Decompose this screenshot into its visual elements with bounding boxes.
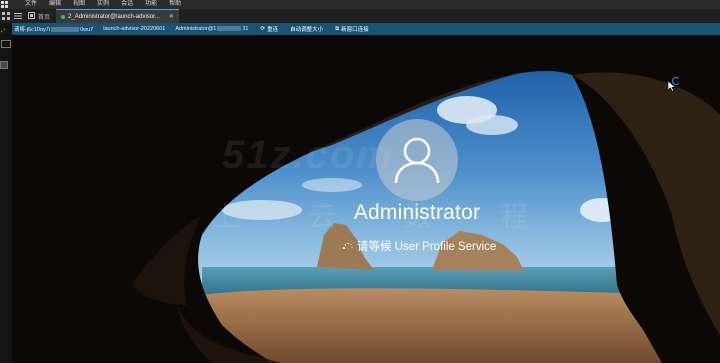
instance-name: launch-advisor-20220601	[103, 26, 166, 32]
busy-indicator-icon	[672, 77, 680, 85]
reconnect-icon: ⟳	[260, 26, 266, 32]
menu-instance[interactable]: 实例	[97, 0, 109, 9]
reconnect-label: 重连	[267, 27, 279, 33]
menu-view[interactable]: 视图	[73, 0, 85, 9]
watermark: 51z.com	[222, 133, 394, 177]
menu-edit[interactable]: 编辑	[49, 0, 61, 9]
menu-file[interactable]: 文件	[25, 0, 37, 9]
tab-bar: 首页 2_Administrator@launch-advisor... ✕	[0, 9, 720, 23]
menu-features[interactable]: 功能	[145, 0, 157, 9]
grid-icon[interactable]	[0, 9, 12, 23]
side-panel-icon[interactable]	[1, 40, 11, 48]
new-window-icon: ⧉	[335, 25, 340, 32]
new-window-button[interactable]: ⧉ 新窗口连接	[335, 25, 369, 34]
home-icon	[28, 11, 35, 21]
side-connect-icon[interactable]: ⤢	[1, 28, 5, 34]
redacted-block	[217, 26, 242, 32]
loading-spinner-icon	[342, 241, 353, 251]
status-text: 请等候 User Profile Service	[357, 241, 497, 253]
user-avatar	[376, 119, 458, 201]
session-info-bar: ⤢ 请将-j6c10oy7i0wu7 launch-advisor-202206…	[0, 23, 720, 35]
user-icon	[394, 137, 440, 184]
connected-status-icon	[61, 14, 66, 19]
left-gutter: ⤢	[0, 23, 12, 363]
tab-session[interactable]: 2_Administrator@launch-advisor... ✕	[56, 9, 179, 23]
side-checkbox-icon[interactable]	[0, 61, 8, 69]
app-menu-icon[interactable]	[0, 0, 9, 9]
instance-user: Administrator@1 31	[175, 26, 249, 32]
autosize-label: 自动调整大小	[290, 27, 324, 33]
tab-session-label: 2_Administrator@launch-advisor...	[68, 13, 160, 20]
status-message: 请等候 User Profile Service	[342, 238, 496, 254]
instance-host: 请将-j6c10oy7i 0wu7	[14, 27, 94, 33]
new-window-label: 新窗口连接	[341, 27, 369, 33]
redacted-block	[51, 27, 80, 33]
user-name: Administrator	[353, 201, 481, 224]
menu-session[interactable]: 会话	[121, 0, 133, 9]
autosize-button[interactable]: 自动调整大小	[290, 25, 323, 33]
reconnect-button[interactable]: ⟳ 重连	[260, 25, 278, 33]
tab-home-label: 首页	[38, 14, 51, 21]
menu-help[interactable]: 帮助	[169, 0, 181, 9]
menubar: 文件 编辑 视图 实例 会话 功能 帮助	[0, 0, 720, 9]
list-icon[interactable]	[12, 9, 24, 23]
tab-home[interactable]: 首页	[24, 9, 56, 23]
close-tab-icon[interactable]: ✕	[169, 13, 174, 20]
remote-desktop-view[interactable]: 51z.com 上云数程 Administrator 请等候 User Prof…	[12, 35, 720, 363]
